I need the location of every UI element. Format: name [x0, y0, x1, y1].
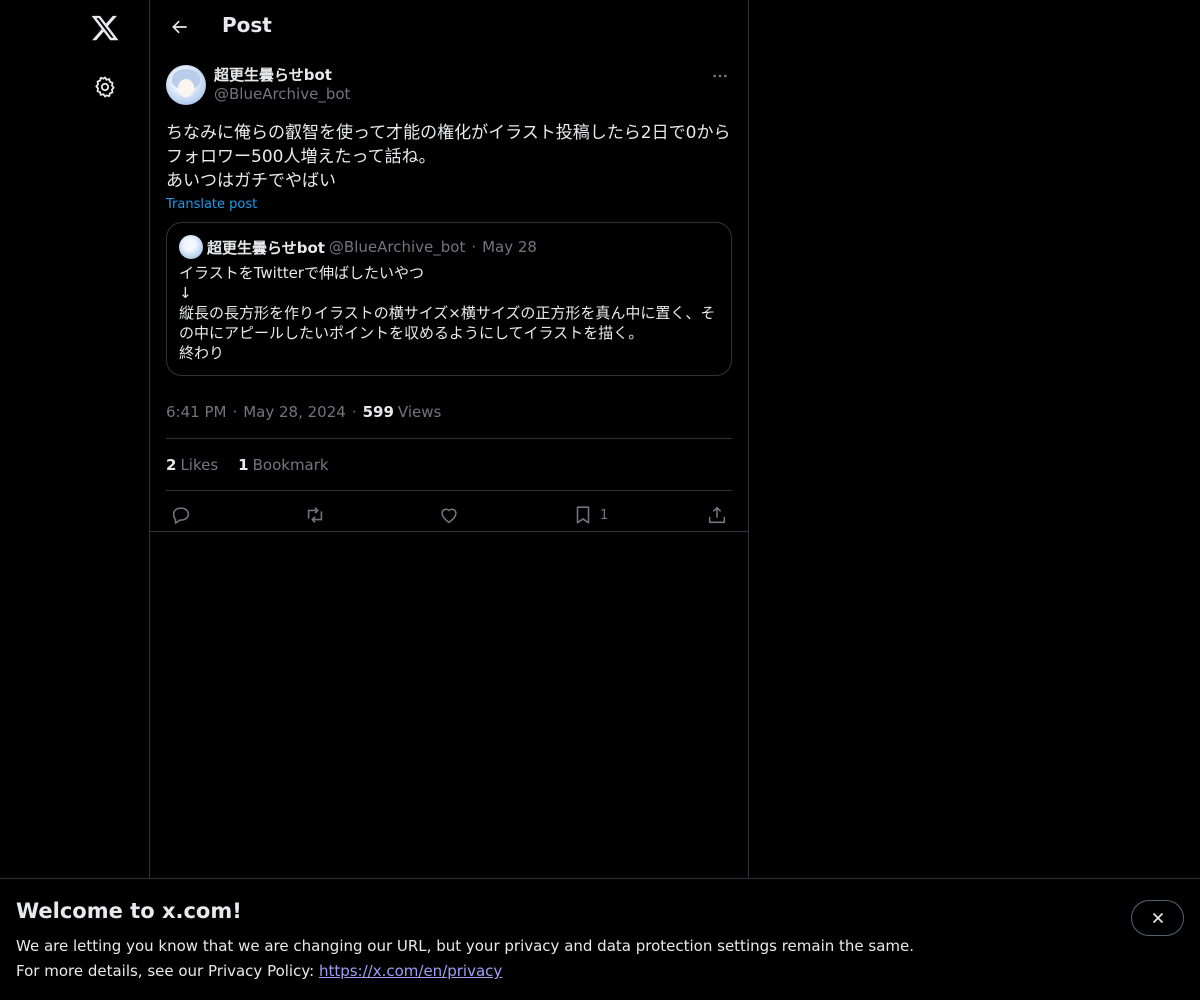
left-navigation	[0, 0, 150, 1000]
translate-post-link[interactable]: Translate post	[166, 197, 257, 212]
post-stats: 2 Likes 1 Bookmark	[166, 438, 732, 491]
banner-privacy-line: For more details, see our Privacy Policy…	[16, 962, 502, 980]
welcome-banner: Welcome to x.com! We are letting you kno…	[0, 878, 1200, 1000]
bookmark-icon	[576, 506, 590, 524]
bookmark-button[interactable]: 1	[572, 501, 608, 529]
likes-label: Likes	[180, 455, 219, 474]
quote-header: 超更生曇らせbot @BlueArchive_bot · May 28	[179, 235, 719, 259]
post: 超更生曇らせbot @BlueArchive_bot ちなみに俺らの叡智を使って…	[150, 64, 748, 539]
share-icon[interactable]	[706, 501, 728, 529]
quoted-post[interactable]: 超更生曇らせbot @BlueArchive_bot · May 28 イラスト…	[166, 222, 732, 376]
separator-dot: ·	[471, 238, 477, 256]
repost-icon[interactable]	[304, 501, 326, 529]
separator-dot: ·	[351, 403, 357, 421]
banner-title: Welcome to x.com!	[16, 899, 242, 923]
bookmark-action-count: 1	[600, 507, 609, 523]
avatar[interactable]	[166, 65, 206, 105]
post-date[interactable]: May 28, 2024	[243, 403, 346, 421]
quote-author-handle: @BlueArchive_bot	[328, 238, 466, 256]
bookmarks-label: Bookmark	[252, 455, 329, 474]
views-count: 599	[362, 403, 394, 421]
quote-author-name: 超更生曇らせbot	[207, 238, 325, 257]
banner-privacy-prefix: For more details, see our Privacy Policy…	[16, 962, 319, 980]
arrow-left-icon[interactable]	[162, 9, 198, 45]
reply-icon[interactable]	[170, 501, 192, 529]
gear-icon[interactable]	[85, 67, 125, 107]
privacy-policy-link[interactable]: https://x.com/en/privacy	[319, 962, 502, 980]
banner-message: We are letting you know that we are chan…	[16, 937, 915, 955]
page-title: Post	[222, 13, 272, 37]
quote-avatar	[179, 235, 203, 259]
separator-dot: ·	[232, 403, 238, 421]
post-time[interactable]: 6:41 PM	[166, 403, 226, 421]
author-name[interactable]: 超更生曇らせbot	[214, 64, 332, 85]
post-author: 超更生曇らせbot @BlueArchive_bot	[166, 64, 732, 124]
bookmarks-count: 1	[238, 455, 249, 474]
post-meta: 6:41 PM · May 28, 2024 · 599 Views	[166, 394, 732, 430]
page-header: Post	[150, 0, 748, 54]
close-banner-button[interactable]	[1131, 900, 1184, 936]
quote-date: May 28	[482, 238, 537, 256]
likes-stat[interactable]: 2 Likes	[166, 456, 218, 474]
x-logo-icon[interactable]	[85, 8, 125, 48]
more-options-icon[interactable]	[708, 64, 732, 88]
author-handle[interactable]: @BlueArchive_bot	[214, 85, 350, 103]
views-label: Views	[397, 403, 442, 421]
bookmarks-stat[interactable]: 1 Bookmark	[238, 456, 328, 474]
heart-icon[interactable]	[438, 501, 460, 529]
divider	[150, 531, 748, 532]
likes-count: 2	[166, 455, 177, 474]
post-text: ちなみに俺らの叡智を使って才能の権化がイラスト投稿したら2日で0から フォロワー…	[166, 123, 731, 191]
main-column: Post 超更生曇らせbot @BlueArchive_bot ちなみに俺らの叡…	[149, 0, 749, 1000]
close-icon	[1152, 912, 1163, 924]
quote-text: イラストをTwitterで伸ばしたいやつ ↓ 縦長の長方形を作りイラストの横サイ…	[179, 264, 716, 362]
